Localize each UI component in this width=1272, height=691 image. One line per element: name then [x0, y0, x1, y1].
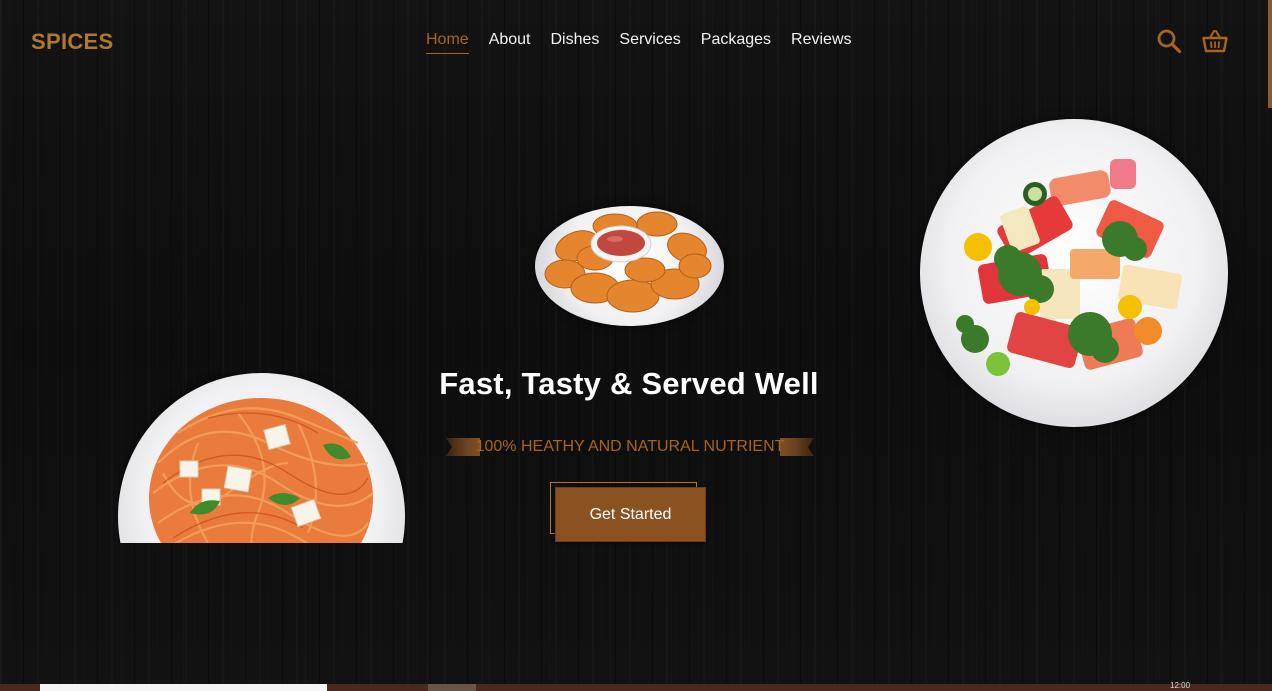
nuggets-illustration	[544, 211, 712, 313]
next-section-text: 12:00	[1170, 681, 1191, 690]
page-scroll-indicator[interactable]	[1268, 0, 1272, 108]
nav-services[interactable]: Services	[619, 31, 680, 54]
next-section-block	[40, 684, 327, 691]
nav-home[interactable]: Home	[426, 31, 469, 54]
nav-reviews[interactable]: Reviews	[791, 31, 851, 54]
nav-about[interactable]: About	[489, 31, 531, 54]
header-icons	[1156, 28, 1228, 54]
tagline-ribbon: 100% HEATHY AND NATURAL NUTRIENT	[446, 436, 814, 458]
search-icon[interactable]	[1156, 28, 1182, 54]
main-nav: Home About Dishes Services Packages Revi…	[426, 31, 872, 54]
cta-wrapper: Get Started	[550, 482, 706, 542]
shopping-basket-icon[interactable]	[1202, 28, 1228, 54]
nav-packages[interactable]: Packages	[701, 31, 771, 54]
hero-title: Fast, Tasty & Served Well	[439, 366, 819, 401]
nuggets-plate-image	[535, 206, 724, 326]
get-started-button[interactable]: Get Started	[555, 487, 706, 542]
site-logo[interactable]: SPICES	[31, 29, 114, 55]
next-section-block-2	[428, 684, 476, 691]
site-header: SPICES Home About Dishes Services Packag…	[0, 0, 1272, 84]
nav-dishes[interactable]: Dishes	[551, 31, 600, 54]
next-section-strip: 12:00	[0, 681, 1272, 691]
hero-tagline: 100% HEATHY AND NATURAL NUTRIENT	[475, 438, 785, 455]
